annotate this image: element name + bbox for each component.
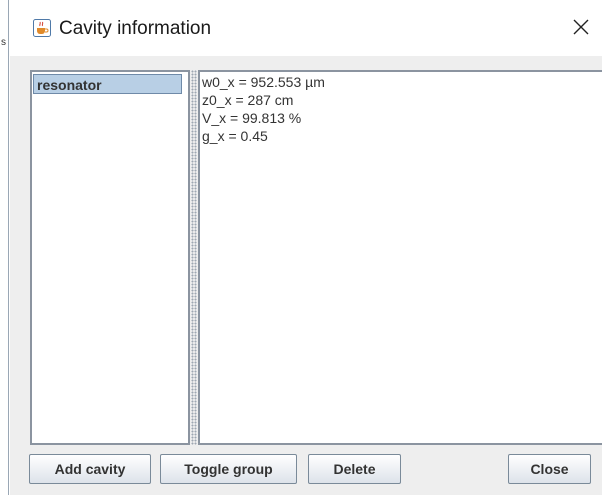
background-window-edge: s — [0, 0, 10, 495]
list-item-resonator[interactable]: resonator — [33, 74, 182, 94]
detail-line-vx: V_x = 99.813 % — [202, 110, 302, 126]
window-title: Cavity information — [59, 18, 212, 39]
java-cup-icon — [33, 19, 51, 37]
add-cavity-button[interactable]: Add cavity — [29, 454, 151, 484]
split-pane-divider[interactable] — [191, 70, 197, 445]
cavity-list[interactable]: resonator — [30, 70, 190, 445]
close-button[interactable]: Close — [508, 454, 591, 484]
toggle-group-button[interactable]: Toggle group — [160, 454, 297, 484]
close-icon[interactable] — [567, 13, 595, 41]
cavity-details-text[interactable]: w0_x = 952.553 µm z0_x = 287 cm V_x = 99… — [198, 70, 602, 445]
background-text-fragment: s — [1, 37, 6, 48]
delete-button[interactable]: Delete — [308, 454, 401, 484]
detail-line-gx: g_x = 0.45 — [202, 128, 268, 144]
detail-line-z0x: z0_x = 287 cm — [202, 92, 294, 108]
detail-line-w0x: w0_x = 952.553 µm — [202, 74, 325, 90]
background-window-border — [8, 0, 9, 495]
title-bar[interactable]: Cavity information — [10, 0, 602, 56]
dialog-content: resonator w0_x = 952.553 µm z0_x = 287 c… — [10, 56, 602, 495]
